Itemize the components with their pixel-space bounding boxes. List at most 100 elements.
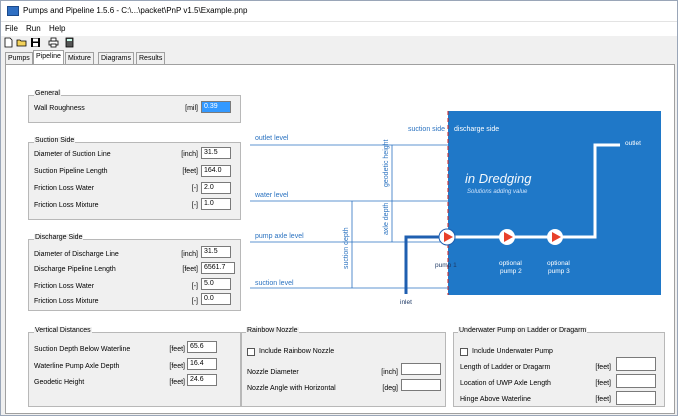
discharge-friction-water-input[interactable]: 5.0 <box>201 278 231 290</box>
nozzle-diameter-label: Nozzle Diameter <box>247 369 299 376</box>
discharge-side-label: discharge side <box>454 126 499 133</box>
nozzle-angle-label: Nozzle Angle with Horizontal <box>247 385 336 392</box>
suction-friction-water-unit: [-] <box>191 185 198 192</box>
geodetic-height-unit: [feet] <box>169 379 185 386</box>
wall-roughness-label: Wall Roughness <box>34 105 85 112</box>
include-rainbow-nozzle-checkbox[interactable] <box>247 348 255 356</box>
logo-tagline: Solutions adding value <box>467 189 528 195</box>
pump-2-label-line1: optional <box>499 260 522 267</box>
suction-friction-mixture-unit: [-] <box>191 202 198 209</box>
axle-depth-label: Waterline Pump Axle Depth <box>34 363 120 370</box>
hinge-label: Hinge Above Waterline <box>460 396 531 403</box>
wall-roughness-input[interactable]: 0.39 <box>201 101 231 113</box>
menu-bar: File Run Help <box>1 22 677 36</box>
pump-axle-level-label: pump axle level <box>255 233 304 240</box>
ladder-length-input[interactable] <box>616 357 656 371</box>
title-bar: Pumps and Pipeline 1.5.6 - C:\...\packet… <box>1 1 677 22</box>
discharge-side-group-title: Discharge Side <box>34 234 84 241</box>
suction-length-label: Suction Pipeline Length <box>34 168 108 175</box>
window-title: Pumps and Pipeline 1.5.6 - C:\...\packet… <box>23 6 248 15</box>
tab-diagrams[interactable]: Diagrams <box>98 52 134 64</box>
outlet-label: outlet <box>625 140 641 147</box>
axle-depth-label: axle depth <box>383 203 390 235</box>
pipeline-diagram: suction side discharge side outlet level… <box>245 89 661 309</box>
menu-help[interactable]: Help <box>49 24 65 33</box>
discharge-length-label: Discharge Pipeline Length <box>34 266 116 273</box>
underwater-pump-group-title: Underwater Pump on Ladder or Dragarm <box>458 327 588 334</box>
include-rainbow-nozzle-label: Include Rainbow Nozzle <box>259 348 335 355</box>
suction-length-input[interactable]: 164.0 <box>201 165 231 177</box>
discharge-diameter-unit: [inch] <box>181 251 198 258</box>
suction-depth-input[interactable]: 65.6 <box>187 341 217 353</box>
suction-diameter-input[interactable]: 31.5 <box>201 147 231 159</box>
discharge-friction-water-label: Friction Loss Water <box>34 283 95 290</box>
toolbar <box>1 36 677 50</box>
discharge-friction-mixture-unit: [-] <box>191 298 198 305</box>
suction-depth-unit: [feet] <box>169 346 185 353</box>
tab-mixture[interactable]: Mixture <box>65 52 94 64</box>
general-group-title: General <box>34 90 61 97</box>
uwp-location-label: Location of UWP Axle Length <box>460 380 551 387</box>
suction-diameter-label: Diameter of Suction Line <box>34 151 111 158</box>
calculator-icon[interactable] <box>64 37 75 48</box>
nozzle-diameter-unit: [inch] <box>381 369 398 376</box>
tab-pumps[interactable]: Pumps <box>5 52 33 64</box>
printer-icon[interactable] <box>48 37 59 48</box>
menu-run[interactable]: Run <box>26 24 41 33</box>
suction-friction-mixture-input[interactable]: 1.0 <box>201 198 231 210</box>
pump-1-label: pump 1 <box>435 262 457 269</box>
discharge-length-input[interactable]: 6561.7 <box>201 262 235 274</box>
suction-diameter-unit: [inch] <box>181 151 198 158</box>
tab-pipeline[interactable]: Pipeline <box>33 50 64 64</box>
uwp-location-unit: [feet] <box>595 380 611 387</box>
suction-side-label: suction side <box>408 126 445 133</box>
tab-results[interactable]: Results <box>136 52 166 64</box>
rainbow-nozzle-group-title: Rainbow Nozzle <box>246 327 299 334</box>
hinge-unit: [feet] <box>595 396 611 403</box>
new-file-icon[interactable] <box>3 37 14 48</box>
geodetic-height-input[interactable]: 24.6 <box>187 374 217 386</box>
tab-strip: Pumps Pipeline Mixture Diagrams Results <box>1 50 677 64</box>
suction-depth-label: Suction Depth Below Waterline <box>34 346 131 353</box>
ladder-length-unit: [feet] <box>595 364 611 371</box>
nozzle-diameter-input[interactable] <box>401 363 441 375</box>
app-window: Pumps and Pipeline 1.5.6 - C:\...\packet… <box>0 0 678 416</box>
ladder-length-label: Length of Ladder or Dragarm <box>460 364 551 371</box>
hinge-input[interactable] <box>616 391 656 405</box>
logo-text: in Dredging <box>465 171 532 186</box>
water-level-label: water level <box>254 192 289 199</box>
suction-friction-mixture-label: Friction Loss Mixture <box>34 202 99 209</box>
discharge-friction-mixture-input[interactable]: 0.0 <box>201 293 231 305</box>
axle-depth-input[interactable]: 16.4 <box>187 358 217 370</box>
in-dredging-logo: in Dredging Solutions adding value <box>465 171 532 195</box>
discharge-diameter-label: Diameter of Discharge Line <box>34 251 119 258</box>
nozzle-angle-unit: [deg] <box>382 385 398 392</box>
save-icon[interactable] <box>30 37 41 48</box>
suction-depth-label: suction depth <box>343 227 350 269</box>
suction-level-label: suction level <box>255 280 294 287</box>
discharge-diameter-input[interactable]: 31.5 <box>201 246 231 258</box>
geodetic-height-label: geodetic height <box>383 139 390 187</box>
menu-file[interactable]: File <box>5 24 18 33</box>
open-folder-icon[interactable] <box>16 37 27 48</box>
discharge-friction-mixture-label: Friction Loss Mixture <box>34 298 99 305</box>
geodetic-height-label: Geodetic Height <box>34 379 85 386</box>
pump-3-label-line2: pump 3 <box>548 268 570 275</box>
suction-side-group-title: Suction Side <box>34 137 76 144</box>
uwp-location-input[interactable] <box>616 374 656 388</box>
outlet-level-label: outlet level <box>255 135 289 142</box>
vertical-distances-group-title: Vertical Distances <box>34 327 92 334</box>
app-icon <box>7 6 19 16</box>
nozzle-angle-input[interactable] <box>401 379 441 391</box>
wall-roughness-unit: [mil] <box>185 105 198 112</box>
pump-3-label-line1: optional <box>547 260 570 267</box>
axle-depth-unit: [feet] <box>169 363 185 370</box>
discharge-friction-water-unit: [-] <box>191 283 198 290</box>
include-underwater-pump-label: Include Underwater Pump <box>472 348 553 355</box>
pump-2-label-line2: pump 2 <box>500 268 522 275</box>
inlet-label: inlet <box>400 299 412 306</box>
suction-friction-water-input[interactable]: 2.0 <box>201 182 231 194</box>
suction-friction-water-label: Friction Loss Water <box>34 185 95 192</box>
discharge-length-unit: [feet] <box>182 266 198 273</box>
include-underwater-pump-checkbox[interactable] <box>460 348 468 356</box>
